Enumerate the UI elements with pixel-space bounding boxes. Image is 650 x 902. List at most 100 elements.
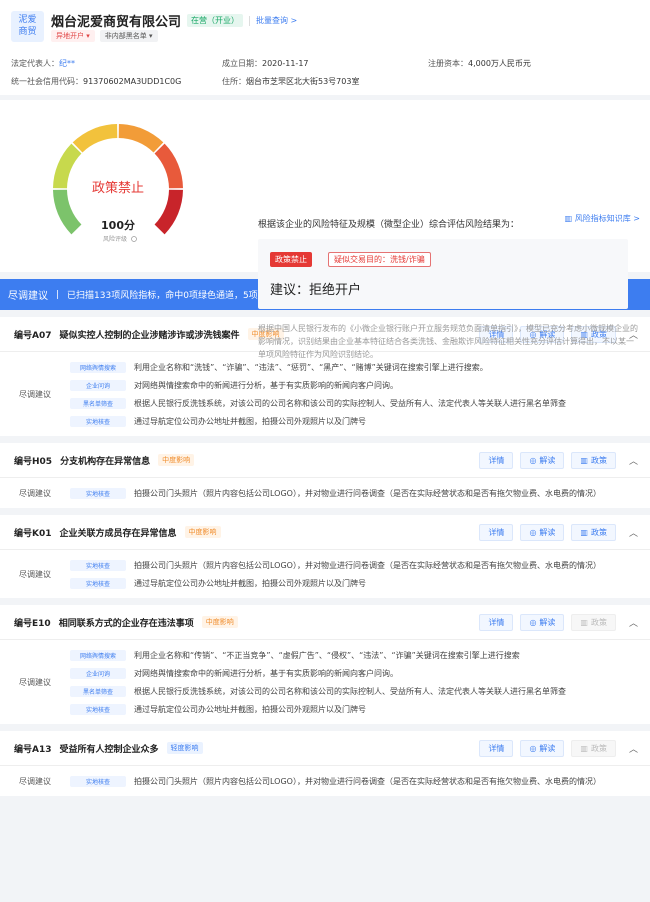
risk-item: 编号K01 企业关联方成员存在异常信息 中度影响 详情 ◎ 解读 ▥ 政策 ︿ 尽调…	[0, 515, 650, 598]
impact-badge: 中度影响	[201, 616, 238, 628]
batch-query-link[interactable]: 批量查询 >	[256, 15, 297, 26]
logo-text: 泥爱 商贸	[18, 15, 37, 37]
explain-label: 解读	[539, 617, 556, 627]
remote-account-tag[interactable]: 异地开户 ▾	[51, 30, 95, 42]
company-header: 泥爱 商贸 烟台泥爱商贸有限公司 在营（开业） 批量查询 > 异地开户 ▾ 非内…	[0, 0, 650, 95]
detail-button[interactable]: 详情	[479, 451, 514, 469]
item-body: 尽调建议 实地核查 拍摄公司门头照片（照片内容包括公司LOGO），并对物业进行问…	[0, 550, 650, 598]
legal-rep-link[interactable]: 纪**	[59, 59, 75, 68]
policy-label: 政策	[590, 617, 607, 627]
blacklist-tag[interactable]: 非内部黑名单 ▾	[99, 30, 158, 42]
explain-label: 解读	[539, 455, 556, 465]
item-header: 编号H05 分支机构存在异常信息 中度影响 详情 ◎ 解读 ▥ 政策 ︿	[0, 443, 650, 478]
item-code: 编号A13	[14, 744, 52, 755]
chevron-up-icon[interactable]: ︿	[629, 742, 638, 755]
company-name[interactable]: 烟台泥爱商贸有限公司	[51, 11, 181, 30]
suggestion-text: 根据人民银行反洗钱系统，对该公司的公司名称和该公司的实际控制人、受益所有人、法定…	[134, 686, 566, 696]
suggestion-text: 利用企业名称和“传销”、“不正当竞争”、“虚假广告”、“侵权”、“违法”、“诈骗…	[134, 650, 520, 660]
banner-title: 尽调建议	[8, 291, 48, 302]
chevron-up-icon[interactable]: ︿	[629, 616, 638, 629]
suggestion-row: 企业问询 对网络舆情搜索命中的新闻进行分析，基于有实质影响的新闻向客户问询。	[70, 664, 650, 682]
legal-rep-label: 法定代表人：	[11, 59, 59, 68]
risk-panel: 政策禁止 100分 风险评级 根据该企业的风险特征及规模（微型企业）综合评估风险…	[0, 100, 650, 359]
establish-date: 成立日期：2020-11-17	[222, 58, 309, 69]
suggestion-text: 通过导航定位公司办公地址并截图，拍摄公司外观照片以及门牌号	[134, 416, 366, 426]
source-tag: 实地核查	[70, 775, 126, 787]
suggestion-row: 实地核查 通过导航定位公司办公地址并截图，拍摄公司外观照片以及门牌号	[70, 700, 650, 718]
explain-label: 解读	[539, 743, 556, 753]
source-tag: 实地核查	[70, 703, 126, 715]
suggest-label: 尽调建议	[19, 389, 51, 399]
item-code: 编号K01	[14, 528, 52, 539]
suggest-label: 尽调建议	[19, 569, 51, 579]
detail-button[interactable]: 详情	[479, 613, 514, 631]
advice-text: 建议：拒绝开户	[270, 283, 362, 298]
result-box: 政策禁止 疑似交易目的：洗钱/诈骗 建议：拒绝开户	[258, 239, 628, 309]
source-tag: 实地核查	[70, 559, 126, 571]
detail-button[interactable]: 详情	[479, 523, 514, 541]
suspect-purpose-tag: 疑似交易目的：洗钱/诈骗	[328, 252, 431, 267]
explain-button[interactable]: ◎ 解读	[520, 451, 565, 469]
risk-item: 编号H05 分支机构存在异常信息 中度影响 详情 ◎ 解读 ▥ 政策 ︿ 尽调建议 …	[0, 443, 650, 508]
book-icon: ▥	[564, 214, 573, 223]
suggestion-row: 网络舆情搜索 利用企业名称和“传销”、“不正当竞争”、“虚假广告”、“侵权”、“…	[70, 646, 650, 664]
policy-icon: ▥	[580, 617, 588, 627]
source-tag: 企业问询	[70, 667, 126, 679]
suggestion-row: 实地核查 通过导航定位公司办公地址并截图，拍摄公司外观照片以及门牌号	[70, 574, 650, 592]
legal-rep: 法定代表人：纪**	[11, 58, 75, 69]
info-icon[interactable]	[131, 236, 137, 242]
suggestion-rows: 实地核查 拍摄公司门头照片（照片内容包括公司LOGO），并对物业进行问卷调查（是…	[70, 556, 650, 592]
policy-icon: ▥	[580, 527, 588, 537]
status-badge: 在营（开业）	[187, 14, 244, 27]
impact-badge: 轻度影响	[166, 742, 203, 754]
knowledge-base-link[interactable]: ▥ 风险指标知识库 >	[565, 213, 640, 224]
item-title: 相同联系方式的企业存在违法事项	[58, 618, 194, 629]
gauge-text: 政策禁止	[92, 180, 144, 196]
risk-title: 根据该企业的风险特征及规模（微型企业）综合评估风险结果为：	[258, 220, 520, 230]
policy-ban-tag: 政策禁止	[270, 252, 312, 267]
explain-button[interactable]: ◎ 解读	[520, 739, 565, 757]
suggestion-row: 黑名单筛查 根据人民银行反洗钱系统，对该公司的公司名称和该公司的实际控制人、受益…	[70, 394, 650, 412]
risk-item: 编号E10 相同联系方式的企业存在违法事项 中度影响 详情 ◎ 解读 ▥ 政策 ︿ …	[0, 605, 650, 724]
blacklist-label: 非内部黑名单	[104, 32, 147, 40]
credit-code-label: 统一社会信用代码：	[11, 77, 83, 86]
suggestion-row: 黑名单筛查 根据人民银行反洗钱系统，对该公司的公司名称和该公司的实际控制人、受益…	[70, 682, 650, 700]
detail-button[interactable]: 详情	[479, 739, 514, 757]
suggestion-text: 拍摄公司门头照片（照片内容包括公司LOGO），并对物业进行问卷调查（是否在实际经…	[134, 560, 601, 570]
item-title: 疑似实控人控制的企业涉赌涉诈或涉洗钱案件	[59, 330, 240, 341]
explain-icon: ◎	[529, 455, 537, 465]
explain-button[interactable]: ◎ 解读	[520, 613, 565, 631]
chevron-up-icon[interactable]: ︿	[629, 454, 638, 467]
address-value: 烟台市芝罘区北大街53号703室	[246, 77, 360, 86]
impact-badge: 中度影响	[158, 454, 195, 466]
suggest-label: 尽调建议	[19, 488, 51, 498]
banner-divider: |	[56, 289, 60, 300]
policy-button[interactable]: ▥ 政策	[571, 613, 616, 631]
suggestion-text: 对网络舆情搜索命中的新闻进行分析，基于有实质影响的新闻向客户问询。	[134, 668, 398, 678]
risk-item: 编号A13 受益所有人控制企业众多 轻度影响 详情 ◎ 解读 ▥ 政策 ︿ 尽调建议…	[0, 731, 650, 796]
registered-capital: 注册资本：4,000万人民币元	[428, 58, 531, 69]
policy-label: 政策	[590, 455, 607, 465]
suggestion-row: 实地核查 通过导航定位公司办公地址并截图，拍摄公司外观照片以及门牌号	[70, 412, 650, 430]
policy-button[interactable]: ▥ 政策	[571, 739, 616, 757]
item-body: 尽调建议 实地核查 拍摄公司门头照片（照片内容包括公司LOGO），并对物业进行问…	[0, 478, 650, 508]
suggestion-rows: 实地核查 拍摄公司门头照片（照片内容包括公司LOGO），并对物业进行问卷调查（是…	[70, 772, 650, 790]
source-tag: 黑名单筛查	[70, 397, 126, 409]
policy-button[interactable]: ▥ 政策	[571, 523, 616, 541]
detail-label: 详情	[488, 527, 505, 537]
suggestion-row: 实地核查 拍摄公司门头照片（照片内容包括公司LOGO），并对物业进行问卷调查（是…	[70, 484, 650, 502]
policy-icon: ▥	[580, 743, 588, 753]
suggestion-row: 企业问询 对网络舆情搜索命中的新闻进行分析，基于有实质影响的新闻向客户问询。	[70, 376, 650, 394]
item-body: 尽调建议 实地核查 拍摄公司门头照片（照片内容包括公司LOGO），并对物业进行问…	[0, 766, 650, 796]
explain-button[interactable]: ◎ 解读	[520, 523, 565, 541]
suggestion-text: 利用企业名称和“洗钱”、“诈骗”、“违法”、“惩罚”、“黑产”、“赌博”关键词在…	[134, 362, 488, 372]
credit-code-value: 91370602MA3UDD1C0G	[83, 77, 182, 86]
suggest-label: 尽调建议	[19, 677, 51, 687]
detail-label: 详情	[488, 743, 505, 753]
source-tag: 实地核查	[70, 487, 126, 499]
item-header: 编号K01 企业关联方成员存在异常信息 中度影响 详情 ◎ 解读 ▥ 政策 ︿	[0, 515, 650, 550]
policy-button[interactable]: ▥ 政策	[571, 451, 616, 469]
chevron-up-icon[interactable]: ︿	[629, 526, 638, 539]
suggestion-rows: 网络舆情搜索 利用企业名称和“传销”、“不正当竞争”、“虚假广告”、“侵权”、“…	[70, 646, 650, 718]
source-tag: 企业问询	[70, 379, 126, 391]
